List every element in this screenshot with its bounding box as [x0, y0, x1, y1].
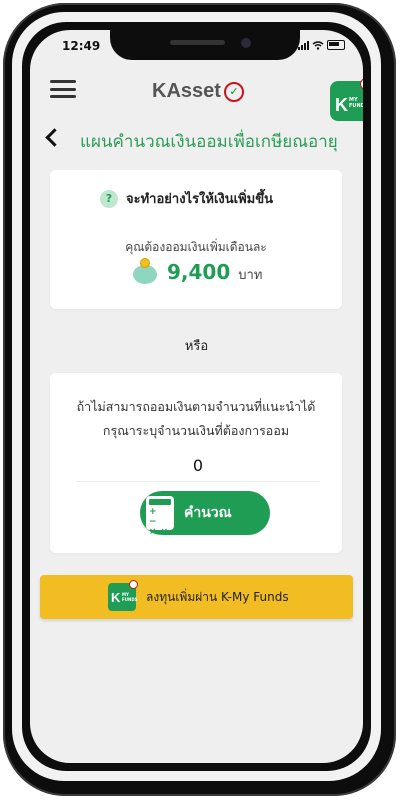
menu-icon[interactable] — [50, 80, 76, 98]
kmy-funds-app-icon[interactable]: K MY FUNDS — [330, 78, 363, 121]
kmy-badge-sub: MY FUNDS — [349, 97, 363, 109]
status-icons — [298, 40, 345, 50]
custom-saving-instruction: กรุณาระบุจำนวนเงินที่ต้องการออม — [102, 423, 290, 438]
invest-logo-sub: MY FUNDS — [122, 592, 138, 602]
app-screen: 12:49 KAsset ✓ K MY FUNDS แผนคำนวณเงินออ… — [30, 30, 363, 763]
speaker-grille — [170, 40, 225, 45]
page-title: แผนคำนวณเงินออมเพื่อเกษียณอายุ — [80, 132, 338, 152]
page-title-row: แผนคำนวณเงินออมเพื่อเกษียณอายุ — [30, 126, 363, 156]
question-text: จะทำอย่างไรให้เงินเพิ่มขึ้น — [126, 192, 274, 207]
invest-more-button[interactable]: K MY FUNDS ลงทุนเพิ่มผ่าน K-My Funds — [40, 575, 353, 619]
brand-name: KAsset — [152, 80, 221, 102]
kbank-leaf-icon: ✓ — [223, 81, 244, 102]
kmy-funds-logo-icon: K MY FUNDS — [108, 580, 138, 611]
amount-row: 9,400 บาท — [131, 258, 262, 286]
wifi-icon — [312, 40, 324, 50]
status-time: 12:49 — [62, 39, 101, 53]
phone-notch — [110, 30, 300, 60]
piggy-bank-icon — [131, 258, 159, 286]
kbank-dot-icon — [360, 78, 363, 90]
top-bar: KAsset ✓ K MY FUNDS — [30, 60, 363, 121]
currency-unit: บาท — [238, 267, 263, 283]
calculate-button[interactable]: +− ×× คำนวณ — [140, 491, 270, 537]
invest-more-label: ลงทุนเพิ่มผ่าน K-My Funds — [146, 589, 289, 604]
custom-saving-hint: ถ้าไม่สามารถออมเงินตามจำนวนที่แนะนำได้ — [76, 399, 316, 414]
back-arrow-icon[interactable] — [45, 128, 64, 147]
or-divider-label: หรือ — [184, 339, 209, 354]
battery-icon — [327, 40, 345, 50]
custom-saving-card: ถ้าไม่สามารถออมเงินตามจำนวนที่แนะนำได้ ก… — [50, 373, 342, 553]
calculator-icon: +− ×× — [146, 496, 174, 537]
monthly-saving-label: คุณต้องออมเงินเพิ่มเดือนละ — [125, 240, 267, 254]
kmy-badge-letter: K — [335, 95, 348, 115]
result-card: ? จะทำอย่างไรให้เงินเพิ่มขึ้น คุณต้องออม… — [50, 170, 342, 309]
question-bubble-icon: ? — [100, 189, 118, 208]
monthly-saving-amount: 9,400 — [167, 260, 231, 284]
question-row: ? จะทำอย่างไรให้เงินเพิ่มขึ้น — [100, 188, 273, 209]
saving-amount-input[interactable] — [76, 449, 320, 482]
invest-logo-letter: K — [111, 590, 121, 605]
calculate-label: คำนวณ — [184, 505, 232, 521]
kbank-dot-icon — [129, 580, 138, 589]
signal-icon — [298, 40, 309, 50]
brand-logo: KAsset ✓ — [152, 80, 244, 103]
front-camera — [241, 38, 251, 48]
